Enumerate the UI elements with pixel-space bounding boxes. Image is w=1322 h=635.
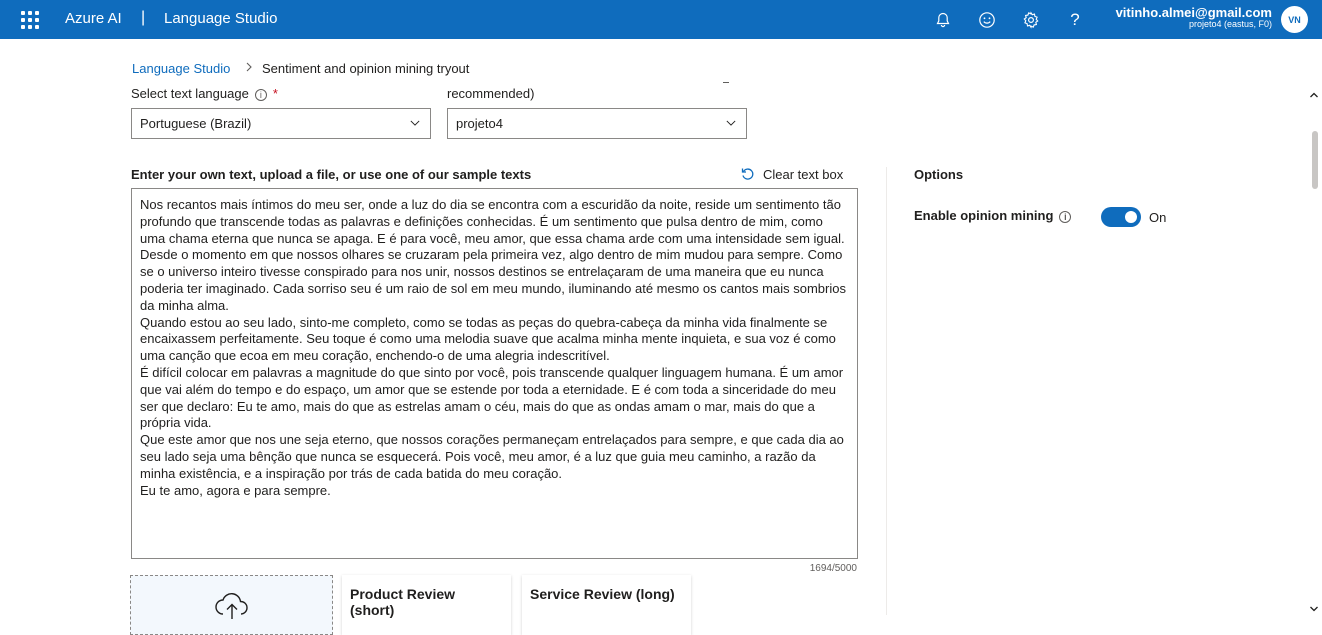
help-icon[interactable]: ? [1064, 9, 1086, 31]
character-counter: 1694/5000 [809, 563, 857, 574]
options-title: Options [914, 167, 964, 182]
clear-text-button[interactable]: Clear text box [740, 166, 843, 182]
text-input-area[interactable]: Nos recantos mais íntimos do meu ser, on… [131, 188, 858, 559]
breadcrumb-root-link[interactable]: Language Studio [132, 61, 230, 76]
scroll-down-icon[interactable] [1308, 603, 1320, 615]
opinion-mining-toggle[interactable] [1101, 207, 1141, 227]
info-icon[interactable]: i [254, 89, 267, 101]
smiley-icon[interactable] [976, 9, 998, 31]
required-marker: * [272, 86, 278, 101]
language-label: Select text language i * [131, 86, 278, 101]
account-directory: projeto4 (eastus, F0) [1188, 18, 1272, 29]
scroll-up-icon[interactable] [1308, 89, 1320, 101]
language-value: Portuguese (Brazil) [140, 116, 252, 131]
sample-card-label: Service Review (long) [530, 586, 675, 602]
info-icon[interactable]: i [1059, 211, 1072, 223]
gear-icon[interactable] [1020, 9, 1042, 31]
top-bar: Azure AI | Language Studio ? vitinho.alm… [0, 0, 1322, 39]
chevron-down-icon [410, 120, 420, 126]
undo-icon [741, 168, 754, 180]
clear-text-label: Clear text box [763, 166, 844, 182]
panel-divider [886, 167, 887, 615]
sample-card-service-review[interactable]: Service Review (long) [522, 575, 691, 635]
text-input-title: Enter your own text, upload a file, or u… [131, 167, 532, 182]
cloud-upload-icon [215, 593, 248, 619]
account-info[interactable]: vitinho.almei@gmail.com projeto4 (eastus… [1116, 6, 1272, 29]
opinion-mining-label: Enable opinion mining i [914, 208, 1072, 223]
toggle-state-label: On [1149, 210, 1167, 225]
resource-value: projeto4 [456, 116, 503, 131]
breadcrumb-chevron-icon [245, 62, 253, 75]
toggle-knob [1125, 211, 1137, 223]
opinion-mining-label-text: Enable opinion mining [914, 208, 1054, 223]
upload-file-card[interactable] [130, 575, 333, 635]
avatar[interactable]: VN [1281, 6, 1308, 33]
bell-icon[interactable] [932, 9, 954, 31]
breadcrumb-current: Sentiment and opinion mining tryout [262, 61, 470, 76]
sample-card-label: Product Review (short) [350, 586, 456, 618]
language-dropdown[interactable]: Portuguese (Brazil) [131, 108, 431, 139]
sample-card-product-review[interactable]: Product Review (short) [342, 575, 511, 635]
truncated-label-mark [723, 82, 729, 83]
brand-name[interactable]: Azure AI [65, 10, 122, 27]
waffle-icon[interactable] [21, 11, 39, 29]
account-email: vitinho.almei@gmail.com [1115, 5, 1272, 20]
chevron-down-icon [726, 120, 736, 126]
brand-separator: | [141, 9, 146, 26]
product-name[interactable]: Language Studio [164, 10, 277, 27]
language-label-text: Select text language [131, 86, 249, 101]
resource-label: recommended) [447, 86, 535, 101]
resource-dropdown[interactable]: projeto4 [447, 108, 747, 139]
scrollbar-thumb[interactable] [1312, 131, 1318, 189]
